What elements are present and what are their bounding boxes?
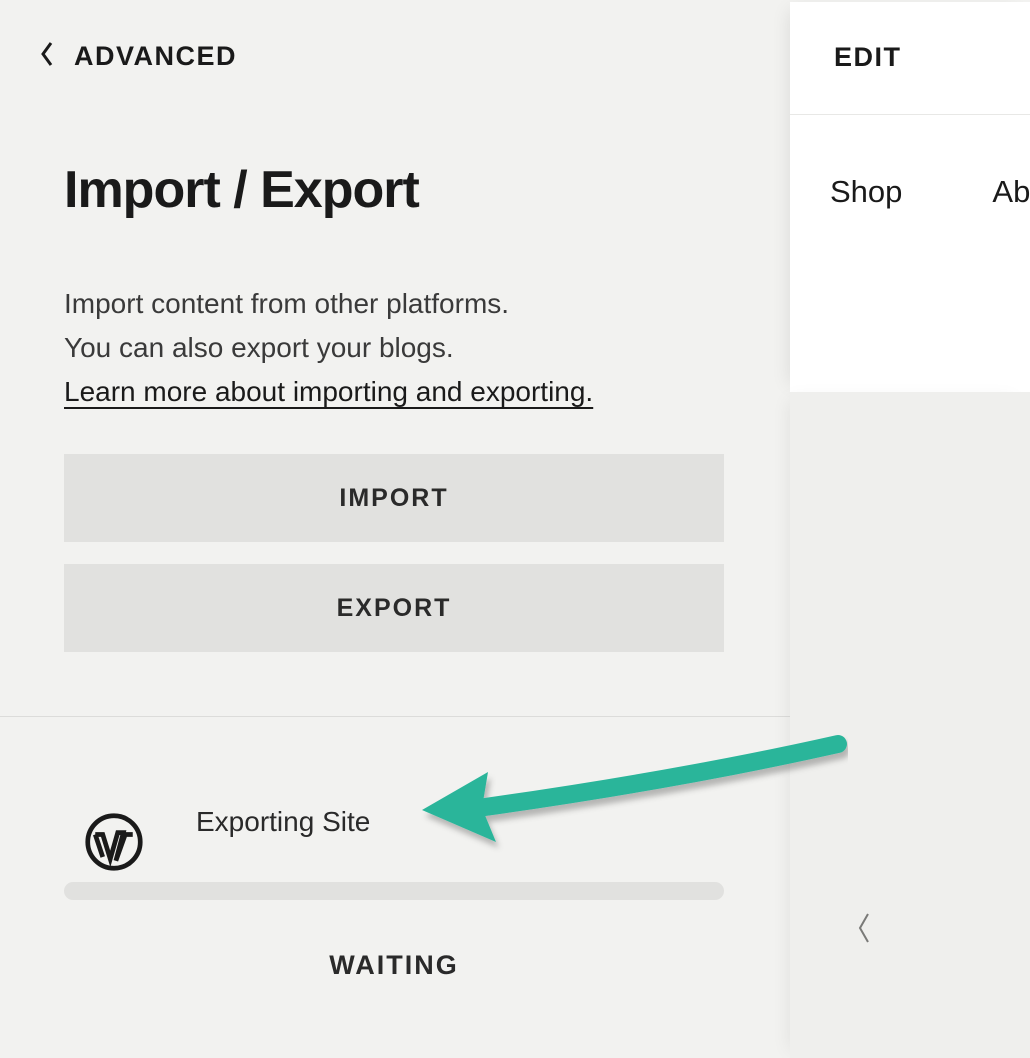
wordpress-icon: [84, 812, 144, 872]
export-button[interactable]: EXPORT: [64, 564, 724, 652]
preview-collapse-button[interactable]: [855, 910, 873, 951]
export-status-state: WAITING: [64, 950, 724, 981]
export-status-title: Exporting Site: [196, 806, 370, 838]
preview-divider: [790, 114, 1030, 115]
description-line: You can also export your blogs.: [64, 326, 593, 370]
import-button[interactable]: IMPORT: [64, 454, 724, 542]
preview-panel-bottom: [790, 392, 1030, 1058]
description-line: Import content from other platforms.: [64, 282, 593, 326]
edit-button[interactable]: EDIT: [834, 42, 902, 73]
page-description: Import content from other platforms. You…: [64, 282, 593, 414]
section-divider: [0, 716, 790, 717]
preview-panel-top: EDIT Shop About: [790, 2, 1030, 392]
back-label: ADVANCED: [74, 41, 237, 72]
page-title: Import / Export: [64, 160, 419, 220]
settings-panel: ADVANCED Import / Export Import content …: [0, 0, 790, 1058]
back-button[interactable]: ADVANCED: [38, 40, 237, 73]
learn-more-link[interactable]: Learn more about importing and exporting…: [64, 376, 593, 407]
nav-link-about[interactable]: About: [992, 174, 1030, 210]
export-progress-bar: [64, 882, 724, 900]
preview-nav: Shop About: [830, 174, 1030, 210]
export-status-row: Exporting Site: [84, 796, 370, 872]
nav-link-shop[interactable]: Shop: [830, 174, 902, 210]
chevron-left-icon: [38, 40, 56, 73]
